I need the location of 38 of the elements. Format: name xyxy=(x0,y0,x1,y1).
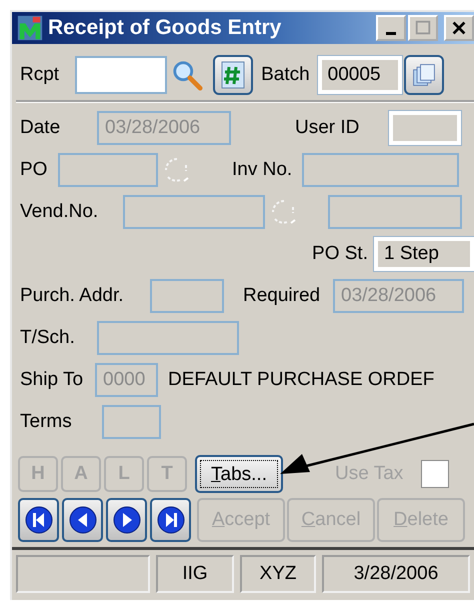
field-label: PO xyxy=(20,159,48,181)
field-label: Vend.No. xyxy=(20,201,100,223)
maximize-icon xyxy=(414,19,432,37)
app-icon xyxy=(16,14,44,42)
last-record-button[interactable] xyxy=(150,498,191,542)
ship-to-name: DEFAULT PURCHASE ORDEF xyxy=(168,369,434,391)
field-label: PO St. xyxy=(312,243,368,265)
status-panel: IIG xyxy=(156,555,234,593)
minimize-button[interactable] xyxy=(376,15,406,41)
field-label: Batch xyxy=(261,64,310,86)
batch-button[interactable] xyxy=(404,55,444,95)
close-button[interactable] xyxy=(444,15,474,41)
search-icon[interactable] xyxy=(171,59,204,91)
number-button[interactable] xyxy=(213,55,254,95)
status-panel: 3/28/2006 xyxy=(322,555,470,593)
field-label: Inv No. xyxy=(232,159,294,181)
document-icon xyxy=(220,60,246,90)
tabs-button[interactable]: Tabs... xyxy=(195,455,283,493)
window-title: Receipt of Goods Entry xyxy=(48,16,282,40)
field-label: Ship To xyxy=(20,369,84,391)
field-label: Purch. Addr. xyxy=(20,285,125,307)
field-label: Rcpt xyxy=(20,64,60,86)
minimize-icon xyxy=(386,32,396,34)
skip-icon xyxy=(156,505,186,535)
close-icon xyxy=(450,19,468,37)
skip-icon xyxy=(24,505,54,535)
field-label: Date xyxy=(20,117,62,139)
field-label: Terms xyxy=(20,411,73,433)
input-field[interactable] xyxy=(75,56,168,94)
first-record-button[interactable] xyxy=(18,498,59,542)
field-label: T/Sch. xyxy=(20,327,76,349)
status-panel: XYZ xyxy=(240,555,316,593)
field-label: User ID xyxy=(295,117,360,139)
input-field[interactable]: 1 Step xyxy=(374,237,474,271)
prev-record-button[interactable] xyxy=(62,498,103,542)
next-record-button[interactable] xyxy=(106,498,147,542)
input-field[interactable]: 00005 xyxy=(318,56,402,94)
field-label: Required xyxy=(243,285,322,307)
